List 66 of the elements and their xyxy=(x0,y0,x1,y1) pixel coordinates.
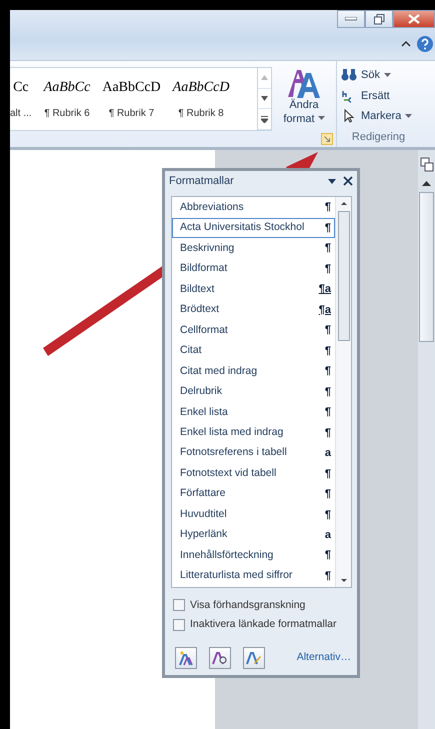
help-icon[interactable] xyxy=(417,36,433,52)
close-icon[interactable] xyxy=(343,176,353,186)
style-item[interactable]: Fotnotstext vid tabell ¶ xyxy=(172,464,335,484)
change-styles-icon[interactable] xyxy=(287,67,321,99)
collapse-ribbon-icon[interactable] xyxy=(401,40,411,48)
group-label: Redigering xyxy=(350,130,406,144)
style-sample: AaBbCcD xyxy=(172,79,230,97)
style-name: ¶ Rubrik 8 xyxy=(178,107,224,121)
style-item[interactable]: Brödtext ¶a xyxy=(172,300,335,320)
scroll-thumb[interactable] xyxy=(419,192,434,342)
binoculars-icon xyxy=(341,68,357,82)
style-item[interactable]: Huvudtitel ¶ xyxy=(172,504,335,525)
style-name: ¶ Rubrik 6 xyxy=(44,107,90,121)
style-preset[interactable]: Cc alt ... xyxy=(10,68,38,130)
close-button[interactable] xyxy=(393,10,435,28)
caret-icon xyxy=(318,116,325,122)
minimize-button[interactable] xyxy=(337,10,365,28)
more-icon[interactable] xyxy=(261,116,268,123)
style-item[interactable]: Citat ¶ xyxy=(172,340,335,362)
style-item[interactable]: Acta Universitatis Stockhol ¶ xyxy=(172,218,335,238)
dropdown-icon[interactable] xyxy=(327,177,337,186)
style-item[interactable]: Delrubrik ¶ xyxy=(172,382,335,402)
style-item[interactable]: Fotnotsreferens i tabell a xyxy=(172,443,335,464)
restore-button[interactable] xyxy=(365,10,393,28)
checkbox[interactable] xyxy=(173,599,185,612)
style-preset[interactable]: AaBbCcD ¶ Rubrik 8 xyxy=(166,68,236,130)
new-style-button[interactable] xyxy=(175,647,197,669)
style-name: alt ... xyxy=(10,107,32,121)
style-name: ¶ Rubrik 7 xyxy=(108,107,154,121)
restore-icon xyxy=(374,14,384,24)
style-item[interactable]: Citat med indrag ¶ xyxy=(172,361,335,382)
style-preset[interactable]: AaBbCcD ¶ Rubrik 7 xyxy=(96,68,167,130)
style-sample: Cc xyxy=(13,79,29,97)
change-styles-button[interactable]: Ändra format xyxy=(279,99,329,126)
style-item[interactable]: Bildtext ¶a xyxy=(172,279,335,300)
style-preset[interactable]: AaBbCc ¶ Rubrik 6 xyxy=(38,68,96,130)
manage-styles-button[interactable] xyxy=(243,647,265,669)
style-sample: AaBbCcD xyxy=(102,79,161,97)
pane-title: Formatmallar xyxy=(169,174,234,189)
editing-button[interactable]: Markera xyxy=(341,106,416,126)
checkbox[interactable] xyxy=(173,619,185,632)
options-link[interactable]: Alternativ… xyxy=(296,650,351,666)
style-item[interactable]: Hyperlänk a xyxy=(172,525,335,546)
editing-button[interactable]: Ersätt xyxy=(341,86,416,106)
vertical-scrollbar[interactable] xyxy=(418,150,435,729)
style-item[interactable]: Enkel lista ¶ xyxy=(172,402,335,423)
style-item[interactable]: Litteraturlista med siffror ¶ xyxy=(172,566,335,586)
checkbox-label: Inaktivera länkade formatmallar xyxy=(190,617,336,632)
style-item[interactable]: Abbreviations ¶ xyxy=(172,198,335,218)
editing-button[interactable]: Sök xyxy=(341,65,416,86)
dialog-launcher-icon[interactable] xyxy=(321,133,333,145)
style-item[interactable]: Bildformat ¶ xyxy=(172,258,335,280)
scroll-down-icon[interactable] xyxy=(261,96,268,101)
style-item[interactable]: Beskrivning ¶ xyxy=(172,238,335,259)
scroll-thumb[interactable] xyxy=(338,210,350,340)
style-inspector-button[interactable] xyxy=(209,647,231,669)
checkbox-label: Visa förhandsgranskning xyxy=(190,598,306,612)
style-item[interactable]: Enkel lista med indrag ¶ xyxy=(172,422,335,444)
caret-icon xyxy=(405,114,412,119)
close-icon xyxy=(408,14,420,24)
style-item[interactable]: Innehållsförteckning ¶ xyxy=(172,545,335,566)
style-item[interactable]: Författare ¶ xyxy=(172,484,335,505)
minimize-icon xyxy=(345,17,357,21)
style-sample: AaBbCc xyxy=(44,79,90,97)
caret-icon xyxy=(384,72,391,78)
style-item[interactable]: Cellformat ¶ xyxy=(172,320,335,341)
